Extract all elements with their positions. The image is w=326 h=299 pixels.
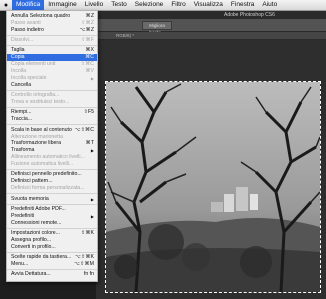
menu-item-label: Converti in profilo... xyxy=(11,243,56,250)
options-bar: Migliora bordo... xyxy=(96,19,326,35)
refine-edge-button[interactable]: Migliora bordo... xyxy=(142,21,172,35)
menu-item[interactable]: Converti in profilo... xyxy=(7,244,97,251)
window-title-bar: Adobe Photoshop CS6 xyxy=(96,11,326,19)
menu-separator xyxy=(7,269,97,270)
menu-separator xyxy=(7,90,97,91)
menu-item-label: Traccia... xyxy=(11,116,33,123)
menu-item[interactable]: Traccia... xyxy=(7,116,97,123)
menu-item[interactable]: Menu... ⌥⇧⌘M xyxy=(7,261,97,268)
menu-item-label: Cancella xyxy=(11,81,32,88)
menu-separator xyxy=(7,169,97,171)
menu-item-label: Definisci forma personalizzata... xyxy=(11,185,85,192)
menu-item[interactable]: Svuota memoria ▶ xyxy=(7,196,97,203)
edit-menu-dropdown: Annulla Seleziona quadro ⌘Z Passo avanti ⇧⌘… xyxy=(6,10,98,282)
menu-item-label: Svuota memoria xyxy=(11,195,49,202)
menu-filtro[interactable]: Filtro xyxy=(167,0,189,10)
menu-item-label: Fusione automatica livelli... xyxy=(11,161,74,168)
menu-finestra[interactable]: Finestra xyxy=(227,0,258,10)
menu-item-shortcut: fn fn xyxy=(83,271,94,278)
menu-item-shortcut: ⌥⌘Z xyxy=(79,26,94,33)
menu-separator xyxy=(7,107,97,109)
menu-item-label: Avvia Dettatura... xyxy=(11,271,51,278)
menu-item[interactable]: Cancella xyxy=(7,82,97,89)
menu-immagine[interactable]: Immagine xyxy=(44,0,81,10)
menu-separator xyxy=(7,193,97,195)
photo-image xyxy=(106,82,320,292)
menu-item[interactable]: Avvia Dettatura... fn fn xyxy=(7,271,97,278)
menu-selezione[interactable]: Selezione xyxy=(131,0,168,10)
menu-item-label: Passo indietro xyxy=(11,26,44,33)
document-canvas[interactable] xyxy=(105,81,321,293)
menu-item-label: Connessioni remote... xyxy=(11,219,62,226)
menu-separator xyxy=(7,251,97,253)
menu-separator xyxy=(7,45,97,47)
menu-item-label: Dissolvi... xyxy=(11,37,34,44)
menu-testo[interactable]: Testo xyxy=(107,0,131,10)
menu-item-shortcut: ⇧⌘F xyxy=(81,37,94,44)
menu-separator xyxy=(7,203,97,205)
menu-visualizza[interactable]: Visualizza xyxy=(190,0,227,10)
document-tab-label: RGB/8) * xyxy=(116,33,135,38)
menu-item[interactable]: Connessioni remote... xyxy=(7,220,97,227)
menu-item[interactable]: Passo indietro ⌥⌘Z xyxy=(7,27,97,34)
submenu-arrow-icon: ▶ xyxy=(90,196,94,202)
menu-modifica[interactable]: Modifica xyxy=(12,0,45,10)
menu-item: Fusione automatica livelli... xyxy=(7,161,97,168)
window-title: Adobe Photoshop CS6 xyxy=(224,12,275,18)
menu-aiuto[interactable]: Aiuto xyxy=(258,0,281,10)
menu-item: Dissolvi... ⇧⌘F xyxy=(7,37,97,44)
menu-separator xyxy=(7,34,97,36)
menu-separator xyxy=(7,227,97,229)
apple-icon[interactable]: ● xyxy=(0,0,12,10)
menu-item-shortcut: ⌥⇧⌘M xyxy=(74,260,94,267)
menu-item: Definisci forma personalizzata... xyxy=(7,185,97,192)
menu-item: Trova e sostituisci testo... xyxy=(7,99,97,106)
menu-item-label: Menu... xyxy=(11,260,29,267)
document-tab[interactable]: RGB/8) * xyxy=(96,32,326,40)
menu-livello[interactable]: Livello xyxy=(81,0,107,10)
menu-item-label: Trova e sostituisci testo... xyxy=(11,99,70,106)
menu-separator xyxy=(7,124,97,126)
